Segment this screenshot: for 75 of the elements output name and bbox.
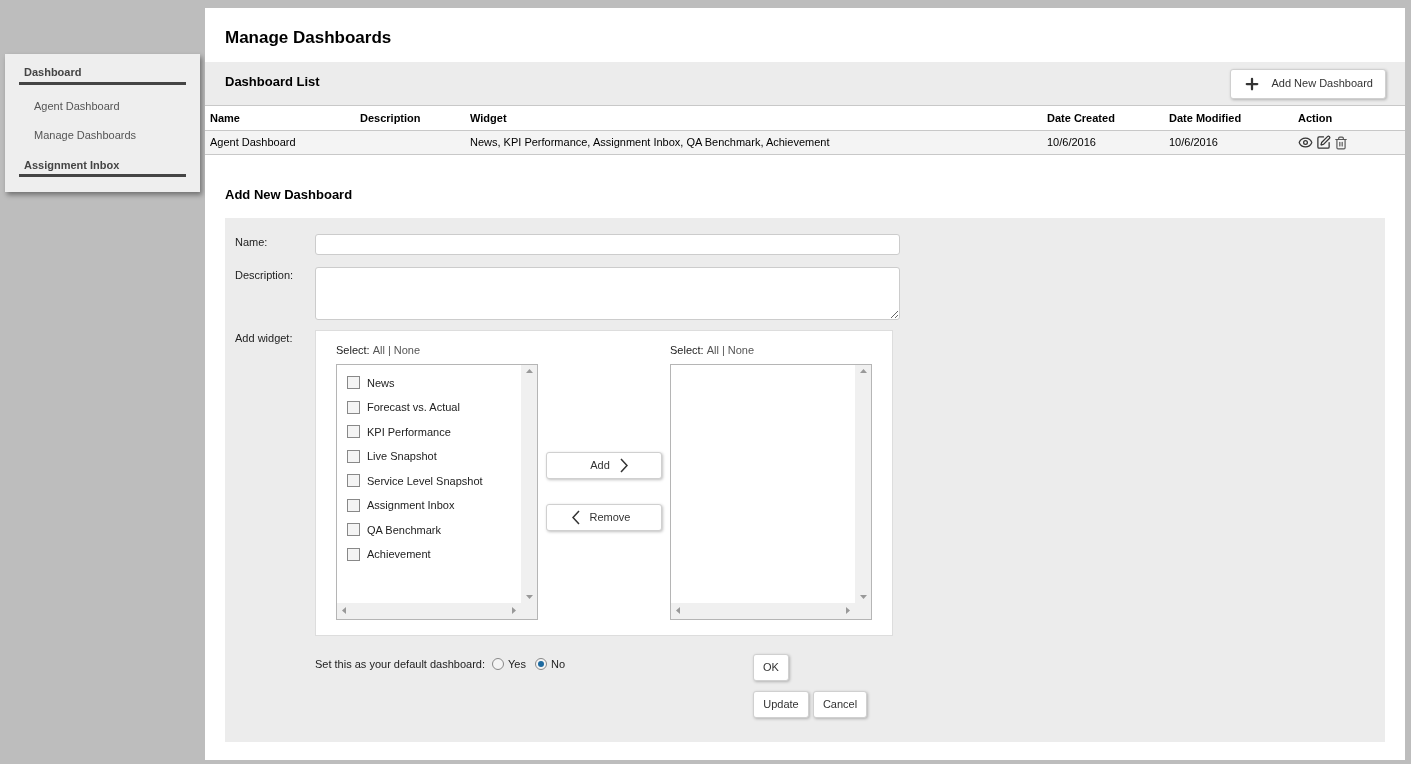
description-field[interactable] [315, 267, 900, 320]
column-header: Name [210, 110, 241, 126]
widget-option[interactable]: News [367, 374, 395, 391]
widget-option[interactable]: QA Benchmark [367, 521, 441, 538]
radio-label[interactable]: No [550, 655, 565, 673]
separator: | [387, 343, 391, 358]
vertical-scrollbar[interactable] [521, 364, 537, 603]
checkbox[interactable] [347, 547, 360, 561]
widget-option[interactable]: Achievement [367, 546, 431, 563]
horizontal-scrollbar[interactable] [671, 602, 855, 619]
select-none-link[interactable]: None [393, 342, 421, 359]
add-button[interactable]: Add [546, 452, 662, 479]
radio-button[interactable] [534, 658, 547, 670]
chevron-right-icon [619, 458, 628, 473]
checkbox[interactable] [347, 376, 360, 390]
field-label: Add widget: [235, 331, 294, 346]
table-cell-text: News, KPI Performance, Assignment Inbox, QA Benchmark, Achievement [470, 135, 831, 151]
scroll-left-icon[interactable] [342, 607, 346, 614]
sidebar-section-title[interactable]: Dashboard [19, 64, 186, 85]
separator: | [721, 343, 725, 358]
widget-option[interactable]: Forecast vs. Actual [367, 399, 460, 416]
table-cell-text: 10/6/2016 [1047, 135, 1097, 151]
scroll-right-icon[interactable] [846, 607, 850, 614]
scroll-up-icon[interactable] [859, 368, 867, 373]
select-label: Select: [670, 343, 704, 358]
checkbox[interactable] [347, 523, 360, 537]
field-label: Description: [235, 268, 295, 283]
radio-button[interactable] [492, 658, 504, 670]
widget-option[interactable]: Assignment Inbox [367, 497, 455, 514]
cancel-button[interactable]: Cancel [813, 691, 867, 718]
update-button[interactable]: Update [753, 691, 809, 718]
edit-icon[interactable] [1316, 135, 1331, 150]
sidebar-item[interactable]: Agent Dashboard [34, 97, 186, 114]
table-cell-text: 10/6/2016 [1169, 135, 1219, 151]
select-all-link[interactable]: All [706, 342, 719, 359]
widget-option[interactable]: KPI Performance [367, 423, 451, 440]
column-header: Widget [470, 110, 508, 126]
vertical-scrollbar[interactable] [855, 364, 871, 603]
column-header: Action [1298, 110, 1334, 126]
checkbox[interactable] [347, 425, 360, 439]
widget-option[interactable]: Live Snapshot [367, 448, 437, 465]
scroll-up-icon[interactable] [525, 368, 533, 373]
checkbox[interactable] [347, 449, 360, 463]
list-box[interactable]: News Forecast vs. Actual KPI Performance Live Snapshot Service Level Snapshot Assignment Inbox QA Benchmark Achievement [336, 363, 538, 620]
page-title: Manage Dashboards [224, 27, 393, 49]
select-label: Select: [336, 343, 370, 358]
scroll-right-icon[interactable] [512, 607, 516, 614]
view-icon[interactable] [1298, 135, 1313, 150]
default-label: Set this as your default dashboard: [315, 656, 485, 672]
ok-button[interactable]: OK [753, 654, 789, 681]
checkbox[interactable] [347, 474, 360, 488]
sidebar-item[interactable]: Manage Dashboards [34, 127, 186, 144]
sidebar-section-title[interactable]: Assignment Inbox [19, 156, 186, 177]
horizontal-scrollbar[interactable] [337, 602, 521, 619]
column-header: Date Modified [1169, 110, 1243, 126]
table-cell-text: Agent Dashboard [210, 135, 297, 151]
delete-icon[interactable] [1334, 135, 1348, 150]
field-label: Name: [235, 235, 269, 250]
widget-option[interactable]: Service Level Snapshot [367, 472, 483, 489]
column-header: Date Created [1047, 110, 1116, 126]
name-field[interactable] [315, 234, 900, 255]
select-none-link[interactable]: None [727, 342, 755, 359]
remove-button[interactable]: Remove [546, 504, 662, 531]
scroll-down-icon[interactable] [859, 594, 867, 599]
section-title: Add New Dashboard [224, 186, 354, 204]
scroll-down-icon[interactable] [525, 594, 533, 599]
scroll-left-icon[interactable] [676, 607, 680, 614]
add-dashboard-button[interactable]: Add New Dashboard [1230, 68, 1386, 99]
section-title: Dashboard List [225, 73, 320, 92]
checkbox[interactable] [347, 498, 360, 512]
checkbox[interactable] [347, 400, 360, 414]
select-all-link[interactable]: All [372, 342, 385, 359]
column-header: Description [360, 110, 422, 126]
radio-label[interactable]: Yes [508, 655, 526, 673]
chevron-left-icon [571, 510, 580, 525]
